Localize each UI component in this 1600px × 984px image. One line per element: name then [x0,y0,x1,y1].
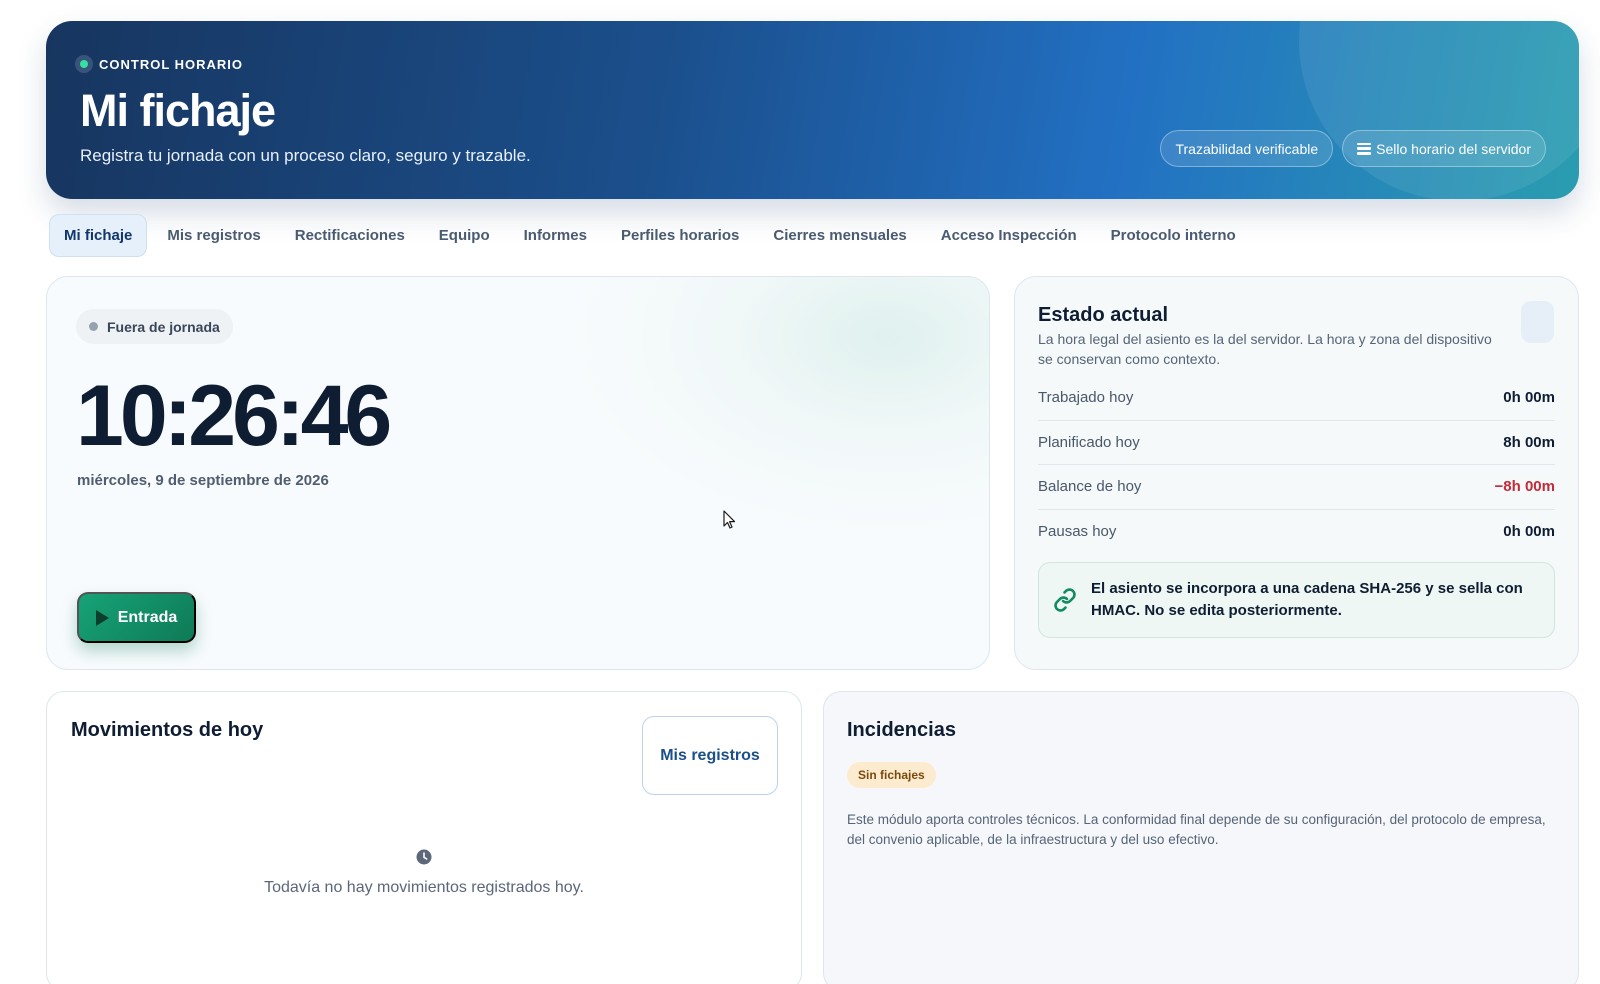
metric-row: Balance de hoy −8h 00m [1038,465,1555,510]
current-state-card: Estado actual La hora legal del asiento … [1014,276,1579,670]
state-description: La hora legal del asiento es la del serv… [1038,331,1492,367]
my-records-button[interactable]: Mis registros [642,716,778,795]
movements-card: Movimientos de hoy Mis registros Todavía… [46,691,802,984]
play-icon [95,609,109,626]
tab-cierres-mensuales[interactable]: Cierres mensuales [759,214,920,257]
tab-acceso-inspeccion[interactable]: Acceso Inspección [927,214,1091,257]
empty-state: Todavía no hay movimientos registrados h… [47,849,801,897]
status-dot-icon [89,322,98,331]
shift-status-label: Fuera de jornada [107,318,220,335]
clock-card: Fuera de jornada 10:26:46 miércoles, 9 d… [46,276,990,670]
shift-status-badge: Fuera de jornada [76,309,233,344]
incidents-disclaimer: Este módulo aporta controles técnicos. L… [847,812,1546,847]
current-date: miércoles, 9 de septiembre de 2026 [77,472,329,489]
server-timestamp-chip[interactable]: Sello horario del servidor [1342,130,1546,167]
hero-banner: CONTROL HORARIO Mi fichaje Registra tu j… [46,21,1579,199]
metric-value: −8h 00m [1494,478,1555,496]
tab-mis-registros[interactable]: Mis registros [153,214,274,257]
main-nav: Mi fichaje Mis registros Rectificaciones… [49,214,1256,257]
metric-label: Pausas hoy [1038,523,1117,541]
tab-equipo[interactable]: Equipo [425,214,504,257]
tab-mi-fichaje[interactable]: Mi fichaje [49,214,148,257]
incidents-card: Incidencias Sin fichajes Este módulo apo… [823,691,1579,984]
state-icon [1521,301,1554,343]
hero-eyebrow: CONTROL HORARIO [75,54,243,74]
state-title: Estado actual [1038,304,1169,326]
tab-rectificaciones[interactable]: Rectificaciones [281,214,419,257]
metric-value: 0h 00m [1503,523,1555,541]
metric-label: Balance de hoy [1038,478,1142,496]
metric-row: Planificado hoy 8h 00m [1038,421,1555,465]
link-icon [1054,588,1076,612]
current-time: 10:26:46 [76,368,392,464]
metric-row: Trabajado hoy 0h 00m [1038,376,1555,421]
incidents-title: Incidencias [847,719,956,741]
traceability-chip-label: Trazabilidad verificable [1175,140,1319,157]
traceability-chip[interactable]: Trazabilidad verificable [1160,130,1334,167]
metric-value: 0h 00m [1503,389,1555,407]
hero-eyebrow-label: CONTROL HORARIO [99,56,244,72]
metric-label: Planificado hoy [1038,433,1140,451]
incident-badge: Sin fichajes [847,762,936,788]
page-subtitle: Registra tu jornada con un proceso claro… [80,146,531,165]
mouse-cursor-icon [723,510,736,529]
tab-perfiles-horarios[interactable]: Perfiles horarios [607,214,753,257]
movements-title: Movimientos de hoy [71,719,264,741]
status-dot-icon [75,55,93,73]
page-title: Mi fichaje [80,85,276,136]
metric-value: 8h 00m [1503,433,1555,451]
metrics-list: Trabajado hoy 0h 00m Planificado hoy 8h … [1038,376,1555,554]
hero-decoration [1299,21,1579,199]
metric-label: Trabajado hoy [1038,389,1134,407]
hero-chips: Trazabilidad verificable Sello horario d… [1160,130,1546,167]
hash-chain-note: El asiento se incorpora a una cadena SHA… [1038,562,1555,638]
server-timestamp-chip-label: Sello horario del servidor [1376,140,1531,157]
clock-in-button[interactable]: Entrada [77,592,196,643]
clock-icon [416,849,432,865]
metric-row: Pausas hoy 0h 00m [1038,510,1555,555]
tab-informes[interactable]: Informes [510,214,601,257]
clock-in-label: Entrada [117,608,178,626]
hash-chain-text: El asiento se incorpora a una cadena SHA… [1091,580,1523,619]
list-icon [1357,142,1372,155]
tab-protocolo-interno[interactable]: Protocolo interno [1097,214,1250,257]
empty-state-text: Todavía no hay movimientos registrados h… [264,879,584,896]
